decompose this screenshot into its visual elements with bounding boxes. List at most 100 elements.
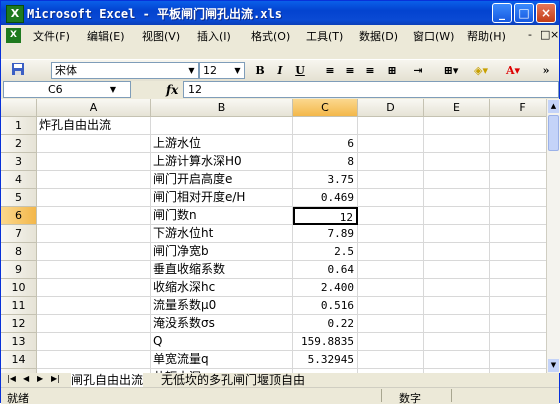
cell-c[interactable]: 2.5 xyxy=(293,243,358,261)
cell-d[interactable] xyxy=(358,189,424,207)
cell-d[interactable] xyxy=(358,333,424,351)
cell-f[interactable] xyxy=(490,333,546,351)
menu-window[interactable]: 窗口(W) xyxy=(413,28,454,44)
cell-a[interactable] xyxy=(37,189,151,207)
fill-color-icon[interactable]: ◈▾ xyxy=(471,62,491,79)
cell-f[interactable] xyxy=(490,279,546,297)
scroll-up-icon[interactable]: ▲ xyxy=(548,100,559,113)
menu-format[interactable]: 格式(O) xyxy=(251,28,290,44)
cell-a[interactable] xyxy=(37,207,151,225)
cell-b[interactable]: 闸门开启高度e xyxy=(151,171,293,189)
mdi-minimize-button[interactable]: - xyxy=(528,28,532,41)
cell-b[interactable]: Q xyxy=(151,333,293,351)
column-header[interactable]: D xyxy=(358,99,424,117)
merge-center-icon[interactable]: ⊞ xyxy=(385,62,399,79)
next-sheet-icon[interactable]: ▶ xyxy=(37,374,43,383)
cell-d[interactable] xyxy=(358,261,424,279)
cell-b[interactable]: 流量系数μ0 xyxy=(151,297,293,315)
column-header[interactable]: F xyxy=(490,99,546,117)
cell-b[interactable] xyxy=(151,117,293,135)
indent-icon[interactable]: ⇥ xyxy=(411,62,425,79)
cell-a[interactable] xyxy=(37,171,151,189)
worksheet-grid[interactable]: A B C D E F 1 炸孔自由出流 2 上游水位 6 3 上游计算水深H0 8 4 闸门开启高度e 3.7… xyxy=(1,99,546,373)
vertical-scrollbar[interactable]: ▲ ▼ xyxy=(546,99,560,373)
cell-a[interactable] xyxy=(37,135,151,153)
cell-a[interactable] xyxy=(37,315,151,333)
cell-a[interactable] xyxy=(37,225,151,243)
cell-c[interactable]: 0.469 xyxy=(293,189,358,207)
menu-edit[interactable]: 编辑(E) xyxy=(87,28,125,44)
row-header[interactable]: 10 xyxy=(1,279,37,297)
cell-a[interactable] xyxy=(37,333,151,351)
minimize-button[interactable]: _ xyxy=(492,3,512,23)
row-header[interactable]: 11 xyxy=(1,297,37,315)
row-header[interactable]: 13 xyxy=(1,333,37,351)
row-header[interactable]: 6 xyxy=(1,207,37,225)
first-sheet-icon[interactable]: |◀ xyxy=(7,374,16,383)
cell-b[interactable]: 单宽流量q xyxy=(151,351,293,369)
scroll-down-icon[interactable]: ▼ xyxy=(548,359,559,372)
cell-e[interactable] xyxy=(424,207,490,225)
cell-d[interactable] xyxy=(358,279,424,297)
mdi-restore-button[interactable]: □ xyxy=(540,28,550,41)
cell-c[interactable]: 7.89 xyxy=(293,225,358,243)
scroll-thumb[interactable] xyxy=(548,115,559,151)
cell-e[interactable] xyxy=(424,189,490,207)
cell-a[interactable] xyxy=(37,297,151,315)
sheet-tab-active[interactable]: 闸孔自由出流 xyxy=(71,373,144,387)
row-header[interactable]: 2 xyxy=(1,135,37,153)
maximize-button[interactable]: □ xyxy=(514,3,534,23)
cell-b[interactable]: 垂直收缩系数 xyxy=(151,261,293,279)
cell-b[interactable]: 淹没系数σs xyxy=(151,315,293,333)
cell-c[interactable]: 5.32945 xyxy=(293,351,358,369)
cell-e[interactable] xyxy=(424,261,490,279)
cell-c[interactable]: 6 xyxy=(293,135,358,153)
column-header[interactable]: B xyxy=(151,99,293,117)
cell-d[interactable] xyxy=(358,315,424,333)
cell-e[interactable] xyxy=(424,153,490,171)
cell-d[interactable] xyxy=(358,153,424,171)
cell-f[interactable] xyxy=(490,135,546,153)
function-icon[interactable]: fx xyxy=(166,83,178,97)
cell-c[interactable] xyxy=(293,117,358,135)
cell-d[interactable] xyxy=(358,225,424,243)
column-header[interactable]: A xyxy=(37,99,151,117)
cell-b[interactable]: 上游计算水深H0 xyxy=(151,153,293,171)
cell-d[interactable] xyxy=(358,243,424,261)
select-all-corner[interactable] xyxy=(1,99,37,117)
font-size-combo[interactable]: 12 ▼ xyxy=(199,62,245,79)
menu-view[interactable]: 视图(V) xyxy=(142,28,180,44)
cell-d[interactable] xyxy=(358,297,424,315)
menu-help[interactable]: 帮助(H) xyxy=(467,28,506,44)
cell-a[interactable] xyxy=(37,261,151,279)
menu-insert[interactable]: 插入(I) xyxy=(197,28,231,44)
cell-b[interactable]: 闸门净宽b xyxy=(151,243,293,261)
formula-input[interactable]: 12 xyxy=(183,81,559,98)
cell-c[interactable]: 3.75 xyxy=(293,171,358,189)
row-header[interactable]: 5 xyxy=(1,189,37,207)
name-box[interactable]: C6 ▼ xyxy=(3,81,131,98)
cell-e[interactable] xyxy=(424,297,490,315)
font-name-combo[interactable]: 宋体 ▼ xyxy=(51,62,199,79)
last-sheet-icon[interactable]: ▶| xyxy=(51,374,60,383)
cell-a[interactable] xyxy=(37,153,151,171)
cell-e[interactable] xyxy=(424,135,490,153)
close-button[interactable]: × xyxy=(536,3,556,23)
cell-f[interactable] xyxy=(490,351,546,369)
column-header[interactable]: C xyxy=(293,99,358,117)
borders-icon[interactable]: ⊞▾ xyxy=(441,62,461,79)
row-header[interactable]: 12 xyxy=(1,315,37,333)
cell-e[interactable] xyxy=(424,225,490,243)
cell-e[interactable] xyxy=(424,315,490,333)
cell-c[interactable]: 0.22 xyxy=(293,315,358,333)
cell-d[interactable] xyxy=(358,171,424,189)
cell-f[interactable] xyxy=(490,261,546,279)
cell-e[interactable] xyxy=(424,279,490,297)
cell-c[interactable]: 159.8835 xyxy=(293,333,358,351)
cell-e[interactable] xyxy=(424,333,490,351)
cell-f[interactable] xyxy=(490,117,546,135)
cell-e[interactable] xyxy=(424,117,490,135)
toolbar-options-icon[interactable]: » xyxy=(541,62,551,79)
cell-e[interactable] xyxy=(424,243,490,261)
row-header[interactable]: 4 xyxy=(1,171,37,189)
